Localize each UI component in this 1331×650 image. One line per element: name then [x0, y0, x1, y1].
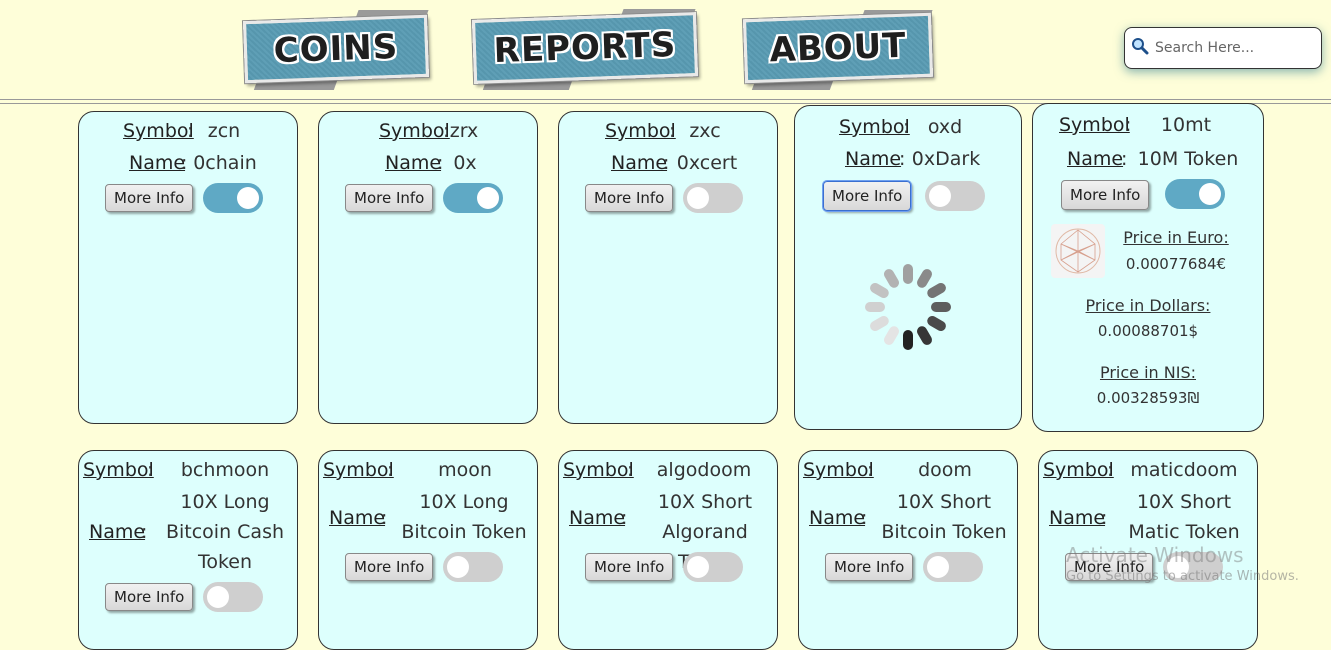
more-info-button[interactable]: More Info [821, 180, 913, 212]
activate-windows-title: Activate Windows [1066, 543, 1244, 567]
coin-card: Symbol: doom Name: 10X Short Bitcoin Tok… [798, 450, 1018, 650]
name-label: Name [1049, 507, 1106, 529]
coin-symbol: 10mt [1160, 114, 1212, 136]
symbol-label: Symbol [123, 120, 194, 142]
symbol-label: Symbol [1059, 114, 1130, 136]
nav-about-button[interactable]: ABOUT [742, 10, 934, 90]
coin-name: 0xcert [676, 152, 738, 174]
coin-card: Symbol: zxc Name: 0xcert More Info [558, 111, 778, 424]
activate-windows-subtitle: Go to Settings to activate Windows. [1066, 569, 1299, 584]
coin-toggle[interactable] [683, 552, 743, 582]
coin-toggle[interactable] [443, 552, 503, 582]
toggle-knob [927, 556, 949, 578]
more-info-button[interactable]: More Info [825, 553, 914, 581]
symbol-label: Symbol [379, 120, 450, 142]
nav-reports-button[interactable]: REPORTS [471, 9, 699, 90]
symbol-label: Symbol [803, 459, 874, 481]
coin-name: 0xDark [911, 148, 981, 170]
coin-name-line: 10X Long [180, 491, 270, 513]
coin-name-line: 10X Short [896, 491, 992, 513]
coin-symbol: bchmoon [180, 459, 270, 481]
symbol-label: Symbol [1043, 459, 1114, 481]
coin-card: Symbol: 10mt Name: 10M Token More Info P… [1032, 103, 1264, 432]
symbol-label: Symbol [323, 459, 394, 481]
toggle-knob [929, 185, 951, 207]
nav-about-label: ABOUT [768, 25, 908, 71]
coin-name: 0x [453, 152, 477, 174]
more-info-button[interactable]: More Info [1061, 180, 1150, 210]
price-nis-label: Price in NIS: [1099, 363, 1197, 382]
coin-toggle[interactable] [203, 582, 263, 612]
price-dollars-value: 0.00088701$ [1097, 322, 1199, 340]
coin-logo [1051, 224, 1105, 278]
coin-name-line: 10X Short [1136, 491, 1232, 513]
coin-name-line: 10X Short [657, 491, 753, 513]
toggle-knob [237, 187, 259, 209]
more-info-button[interactable]: More Info [105, 184, 194, 212]
name-label: Name [129, 152, 186, 174]
coin-name-line: Bitcoin Token [401, 521, 527, 543]
toggle-knob [447, 556, 469, 578]
price-euro-value: 0.00077684€ [1125, 255, 1227, 273]
price-euro-label: Price in Euro: [1123, 228, 1229, 247]
toggle-knob [477, 187, 499, 209]
toggle-knob [1199, 183, 1221, 205]
coin-symbol: algodoom [656, 459, 752, 481]
coin-toggle[interactable] [1165, 179, 1225, 209]
nav-reports-label: REPORTS [493, 24, 677, 72]
name-label: Name [1067, 148, 1124, 170]
coin-symbol: moon [438, 459, 492, 481]
coin-name-line: 10X Long [419, 491, 509, 513]
coin-card: Symbol: zrx Name: 0x More Info [318, 111, 538, 424]
loading-spinner-icon [863, 262, 953, 352]
coin-card: Symbol: zcn Name: 0chain More Info [78, 111, 298, 424]
more-info-button[interactable]: More Info [585, 184, 674, 212]
coin-symbol: maticdoom [1130, 459, 1238, 481]
coin-toggle[interactable] [443, 183, 503, 213]
more-info-button[interactable]: More Info [585, 553, 674, 581]
more-info-button[interactable]: More Info [345, 553, 434, 581]
name-label: Name [89, 521, 146, 543]
coin-toggle[interactable] [923, 552, 983, 582]
symbol-label: Symbol [605, 120, 676, 142]
symbol-label: Symbol [563, 459, 634, 481]
coin-symbol: doom [918, 459, 972, 481]
toggle-knob [687, 556, 709, 578]
coin-toggle[interactable] [203, 183, 263, 213]
coin-name-line: Bitcoin Cash [165, 521, 285, 543]
nav-coins-label: COINS [273, 26, 399, 72]
coin-card: Symbol: oxd Name: 0xDark More Info [794, 105, 1022, 430]
name-label: Name [611, 152, 668, 174]
coin-toggle[interactable] [683, 183, 743, 213]
coin-name: 0chain [193, 152, 257, 174]
name-label: Name [569, 507, 626, 529]
more-info-button[interactable]: More Info [345, 184, 434, 212]
toggle-knob [207, 586, 229, 608]
nav-coins-button[interactable]: COINS [242, 10, 430, 90]
symbol-label: Symbol [839, 116, 910, 138]
coin-card: Symbol: algodoom Name: 10X Short Algoran… [558, 450, 778, 650]
search-box [1124, 27, 1322, 69]
name-label: Name [809, 507, 866, 529]
name-label: Name [385, 152, 442, 174]
coin-symbol: oxd [927, 116, 963, 138]
search-input[interactable] [1153, 39, 1317, 57]
coin-name-line: Token [197, 551, 253, 573]
coin-name-line: Bitcoin Token [881, 521, 1007, 543]
search-icon [1131, 37, 1153, 59]
coin-card: Symbol: moon Name: 10X Long Bitcoin Toke… [318, 450, 538, 650]
coin-card: Symbol: bchmoon Name: 10X Long Bitcoin C… [78, 450, 298, 650]
price-nis-value: 0.00328593₪ [1096, 389, 1200, 407]
symbol-label: Symbol [83, 459, 154, 481]
more-info-button[interactable]: More Info [105, 583, 194, 611]
coin-symbol: zcn [207, 120, 241, 142]
coin-name: 10M Token [1137, 148, 1239, 170]
name-label: Name [329, 507, 386, 529]
name-label: Name [845, 148, 902, 170]
coin-symbol: zxc [689, 120, 721, 142]
toggle-knob [687, 187, 709, 209]
coin-symbol: zrx [449, 120, 479, 142]
price-dollars-label: Price in Dollars: [1085, 296, 1211, 315]
coin-toggle[interactable] [925, 181, 985, 211]
